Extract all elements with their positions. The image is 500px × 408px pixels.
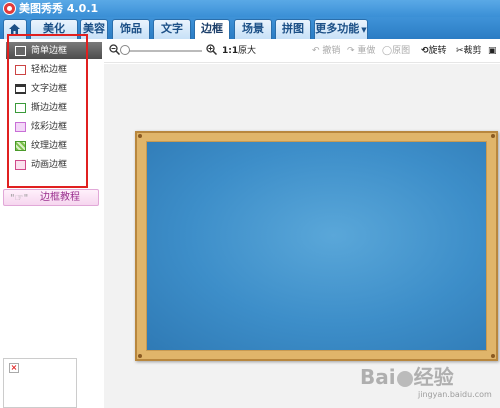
nail-icon xyxy=(138,134,142,138)
undo-icon: ↶ xyxy=(312,46,320,56)
highlight-annotation-box xyxy=(7,34,88,188)
image-board xyxy=(146,141,487,351)
tab-frame[interactable]: 边框 xyxy=(194,19,230,39)
undo-button[interactable]: ↶ 撤销 xyxy=(312,44,340,58)
scissors-icon: ✂ xyxy=(456,46,464,56)
rotate-button[interactable]: ⟲旋转 xyxy=(421,44,447,58)
redo-button[interactable]: ↷ 重做 xyxy=(347,44,375,58)
app-title: 美图秀秀 4.0.1 xyxy=(19,2,99,15)
zoom-ratio-label[interactable]: 1:1 xyxy=(222,44,238,58)
original-size-button[interactable]: 原大 xyxy=(238,44,256,58)
frame-tutorial-button[interactable]: "☞" 边框教程 xyxy=(3,189,99,206)
crop-label: 裁剪 xyxy=(463,46,482,56)
more-features-label: 更多功能 xyxy=(315,22,360,35)
tab-more-features[interactable]: 更多功能 ▼ xyxy=(314,19,368,39)
chevron-down-icon: ▼ xyxy=(361,26,367,34)
zoom-slider-track[interactable] xyxy=(128,50,202,52)
resize-button[interactable]: ▣ xyxy=(488,44,497,58)
home-icon xyxy=(9,24,20,34)
restore-button[interactable]: ◯原图 xyxy=(382,44,410,58)
framed-image-preview[interactable] xyxy=(135,131,498,361)
tab-collage[interactable]: 拼图 xyxy=(275,19,311,39)
hand-icon: "☞" xyxy=(10,193,29,204)
nail-icon xyxy=(138,354,142,358)
resize-icon: ▣ xyxy=(488,46,497,56)
nail-icon xyxy=(491,354,495,358)
zoom-in-icon[interactable] xyxy=(206,44,217,55)
tutorial-label: 边框教程 xyxy=(40,192,80,203)
redo-icon: ↷ xyxy=(347,46,355,56)
rotate-label: 旋转 xyxy=(428,46,447,56)
paw-icon xyxy=(396,370,413,387)
tab-accessories[interactable]: 饰品 xyxy=(112,19,150,39)
restore-icon: ◯ xyxy=(382,46,393,56)
title-bar: 美图秀秀 4.0.1 xyxy=(0,0,500,17)
restore-label: 原图 xyxy=(392,46,411,56)
tab-scene[interactable]: 场景 xyxy=(234,19,272,39)
crop-button[interactable]: ✂裁剪 xyxy=(456,44,482,58)
zoom-slider-thumb[interactable] xyxy=(120,45,130,55)
watermark-url: jingyan.baidu.com xyxy=(418,390,492,399)
tab-text[interactable]: 文字 xyxy=(153,19,191,39)
broken-image-icon: × xyxy=(9,363,19,373)
zoom-out-icon[interactable] xyxy=(109,44,120,55)
watermark-text: Bai xyxy=(360,365,396,389)
redo-label: 重做 xyxy=(357,46,376,56)
watermark-text: 经验 xyxy=(413,365,454,389)
undo-label: 撤销 xyxy=(322,46,341,56)
rotate-icon: ⟲ xyxy=(421,46,429,56)
app-logo-icon xyxy=(3,2,16,15)
thumbnail-panel: × xyxy=(3,358,77,408)
nail-icon xyxy=(491,134,495,138)
